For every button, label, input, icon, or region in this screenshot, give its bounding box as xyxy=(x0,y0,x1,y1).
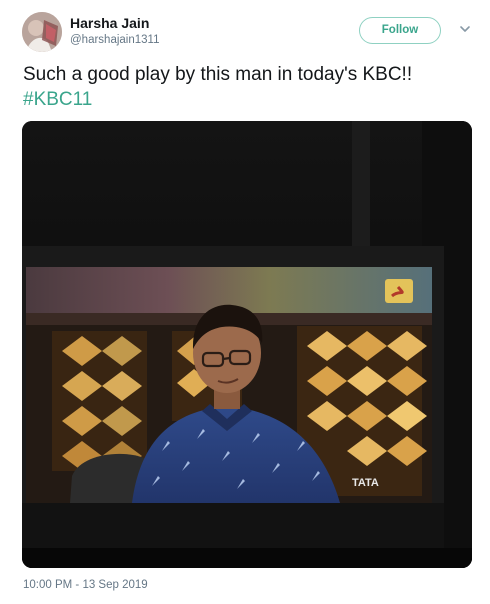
follow-button[interactable]: Follow xyxy=(359,17,441,44)
author-handle[interactable]: @harshajain1311 xyxy=(70,34,159,46)
chevron-down-icon[interactable] xyxy=(458,22,472,36)
tweet-body: Such a good play by this man in today's … xyxy=(23,64,413,85)
tweet-media-photo[interactable]: TATA xyxy=(22,121,472,568)
channel-logo xyxy=(385,279,413,303)
avatar[interactable] xyxy=(22,12,62,52)
avatar-image xyxy=(22,12,62,52)
author-name[interactable]: Harsha Jain xyxy=(70,15,149,31)
set-pattern-left xyxy=(52,331,147,471)
tv-overlay-text: TATA xyxy=(352,477,379,489)
tv-screen-photo: TATA xyxy=(22,121,472,568)
tweet-timestamp[interactable]: 10:00 PM - 13 Sep 2019 xyxy=(23,579,148,591)
tweet-text: Such a good play by this man in today's … xyxy=(23,62,473,112)
tweet-header: Harsha Jain @harshajain1311 Follow xyxy=(22,12,472,52)
hashtag-link[interactable]: #KBC11 xyxy=(23,89,92,110)
